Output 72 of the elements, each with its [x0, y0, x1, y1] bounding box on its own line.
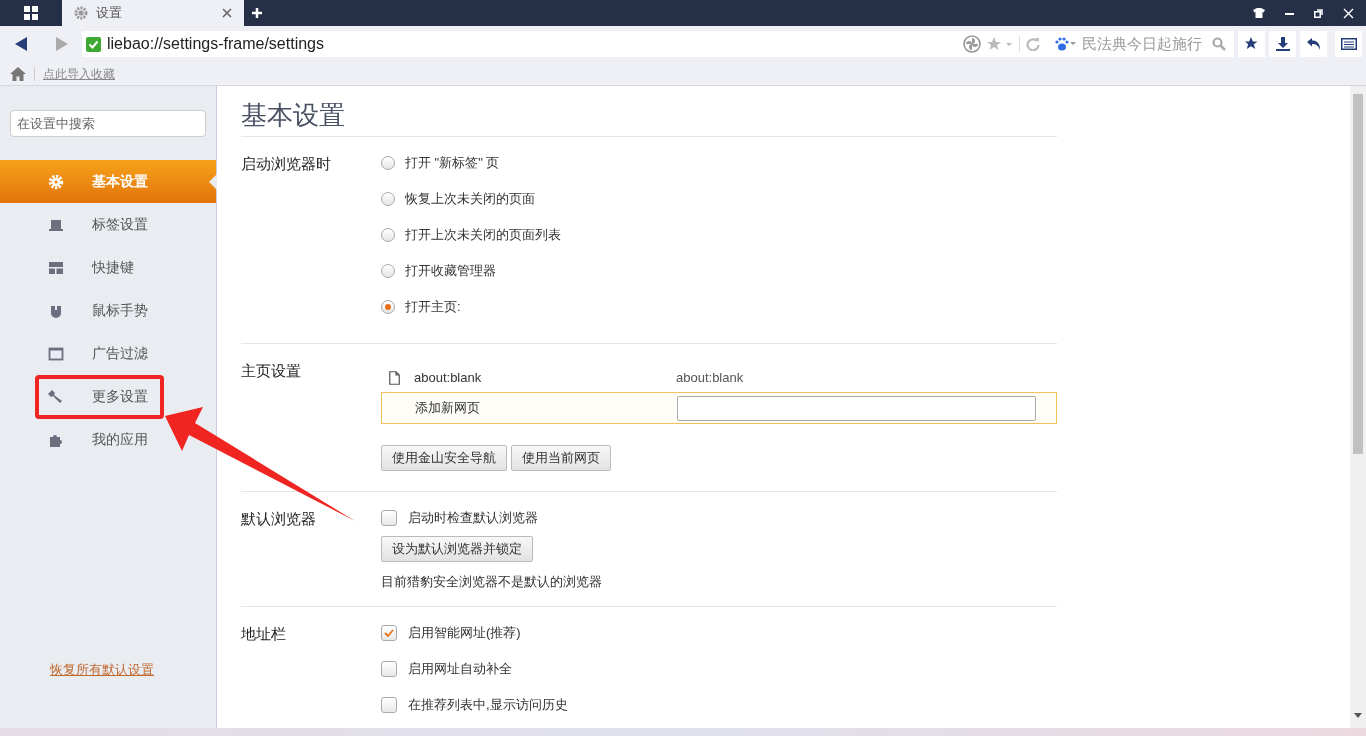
home-icon[interactable]: [10, 66, 26, 81]
grid-icon[interactable]: [24, 6, 38, 20]
radio-button[interactable]: [381, 228, 395, 242]
section-label: 主页设置: [241, 361, 302, 381]
sidebar-item[interactable]: 鼠标手势: [0, 299, 148, 322]
menu-button[interactable]: [1335, 31, 1362, 57]
section-label: 地址栏: [241, 623, 287, 644]
checkbox[interactable]: [381, 510, 397, 526]
sidebar-item[interactable]: 标签设置: [0, 213, 148, 236]
url-text: liebao://settings-frame/settings: [107, 34, 325, 54]
checkmark-icon: [384, 628, 394, 637]
browser-tab[interactable]: 设置: [62, 0, 244, 26]
undo-button[interactable]: [1300, 31, 1327, 57]
back-icon[interactable]: [14, 37, 27, 51]
homepage-button[interactable]: 使用当前网页: [511, 445, 611, 471]
paw-icon[interactable]: [1054, 37, 1076, 51]
radio-label: 恢复上次未关闭的页面: [405, 190, 535, 209]
settings-search-field[interactable]: 在设置中搜索: [10, 110, 206, 137]
tab-title: 设置: [96, 4, 123, 23]
radio-button[interactable]: [381, 300, 395, 314]
gear-icon: [48, 173, 64, 190]
url-input-field[interactable]: [677, 395, 1036, 421]
search-icon[interactable]: [1212, 37, 1226, 51]
wrench-icon: [48, 388, 64, 405]
radio-button[interactable]: [381, 156, 395, 170]
checkbox-label: 启动时检查默认浏览器: [408, 509, 538, 528]
download-button[interactable]: [1269, 31, 1296, 57]
scrollbar-thumb[interactable]: [1353, 94, 1363, 454]
page-icon: [389, 371, 400, 385]
forward-icon[interactable]: [55, 37, 68, 51]
page-url-text: about:blank: [676, 369, 744, 388]
menu-icon: [1340, 38, 1357, 50]
sidebar-item[interactable]: 我的应用: [0, 428, 148, 451]
radio-label: 打开主页:: [405, 298, 461, 317]
radio-label: 打开上次未关闭的页面列表: [405, 226, 561, 245]
page-title-text: about:blank: [414, 369, 483, 388]
window-icon: [48, 345, 64, 362]
checkbox[interactable]: [381, 660, 397, 677]
status-note: 目前猎豹安全浏览器不是默认的浏览器: [381, 573, 603, 591]
checkbox-label: 在推荐列表中,显示访问历史: [408, 695, 568, 714]
homepage-button[interactable]: 使用金山安全导航: [381, 445, 507, 471]
sidebar-item[interactable]: 快捷键: [0, 256, 134, 279]
radio-label: 打开 "新标签" 页: [405, 154, 500, 173]
fan-icon[interactable]: [963, 35, 981, 53]
section-label: 启动浏览器时: [241, 154, 332, 174]
minimize-icon[interactable]: [1285, 11, 1294, 15]
bookmark-star-button[interactable]: [1238, 31, 1265, 57]
scroll-down-icon[interactable]: [1354, 713, 1362, 718]
address-field[interactable]: liebao://settings-frame/settings 民法典今日起施行: [82, 31, 1234, 57]
restore-icon[interactable]: [1314, 8, 1323, 18]
refresh-icon[interactable]: [1026, 37, 1040, 51]
undo-icon: [1306, 38, 1321, 50]
download-icon: [1275, 37, 1290, 51]
set-default-button[interactable]: 设为默认浏览器并锁定: [381, 536, 533, 562]
checkbox-label: 启用智能网址(推荐): [408, 623, 521, 642]
radio-button[interactable]: [381, 192, 395, 206]
page-title: 基本设置: [241, 86, 1057, 137]
radio-label: 打开收藏管理器: [405, 262, 496, 281]
checkbox[interactable]: [381, 624, 397, 641]
checkbox[interactable]: [381, 696, 397, 713]
restore-defaults-link[interactable]: 恢复所有默认设置: [50, 659, 216, 679]
radio-button[interactable]: [381, 264, 395, 278]
section-label: 默认浏览器: [241, 509, 317, 529]
checkbox-label: 启用网址自动补全: [408, 659, 512, 678]
sidebar-item[interactable]: 更多设置: [0, 385, 148, 408]
add-page-label: 添加新网页: [415, 399, 481, 418]
secure-check-icon: [86, 36, 101, 52]
shirt-icon[interactable]: [1253, 8, 1265, 18]
plus-icon[interactable]: [252, 8, 262, 18]
sidebar-item[interactable]: 广告过滤: [0, 342, 148, 365]
grid-icon: [48, 259, 64, 276]
gear-icon: [74, 6, 88, 20]
